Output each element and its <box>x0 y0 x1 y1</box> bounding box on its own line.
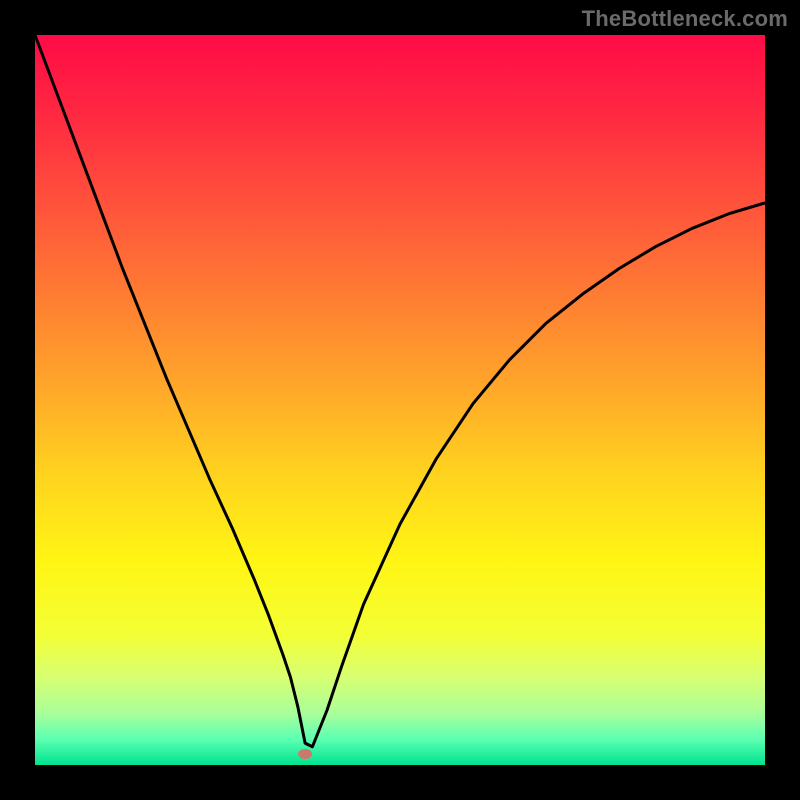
optimum-marker <box>298 749 312 759</box>
chart-frame: TheBottleneck.com <box>0 0 800 800</box>
watermark-text: TheBottleneck.com <box>582 6 788 32</box>
chart-svg <box>35 35 765 765</box>
plot-area <box>35 35 765 765</box>
gradient-background <box>35 35 765 765</box>
